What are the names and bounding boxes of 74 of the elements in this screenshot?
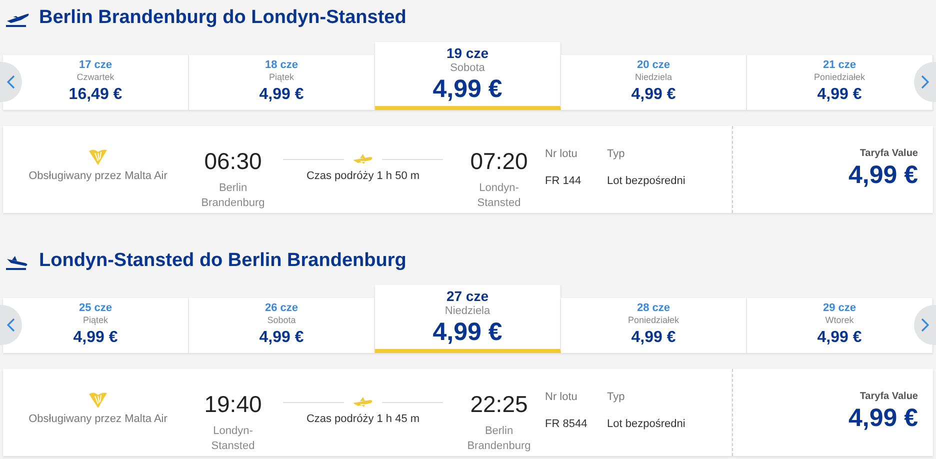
arrival-time: 07:20 [470,148,528,175]
date-label: 27 cze [446,288,489,304]
date-label: 18 cze [264,59,298,71]
fare-label: Taryfa Value [860,148,918,159]
date-price: 4,99 € [631,86,676,104]
plane-icon [352,153,374,165]
departure-time: 06:30 [204,148,262,175]
date-price: 16,49 € [68,86,122,104]
date-label: 26 cze [264,302,298,314]
type-label: Typ [607,148,626,160]
fare-price: 4,99 € [848,404,918,433]
operator-text: Obsługiwany przez Malta Air [28,413,168,425]
flight-number-label: Nr lotu [545,391,578,403]
weekday-label: Niedziela [444,305,490,317]
date-price: 4,99 € [631,329,676,347]
fare-label: Taryfa Value [860,391,918,402]
date-tab[interactable]: 21 cze Poniedziałek 4,99 € [747,55,933,110]
weekday-label: Poniedziałek [628,315,680,325]
chevron-right-icon [921,75,929,89]
date-tab[interactable]: 20 cze Niedziela 4,99 € [561,55,747,110]
departure-airport: Londyn-Stansted [210,424,256,454]
fare-price: 4,99 € [848,161,918,190]
weekday-label: Piątek [82,315,108,325]
flight-number-label: Nr lotu [545,148,578,160]
weekday-label: Niedziela [634,72,672,82]
flight-type: Lot bezpośredni [607,418,686,430]
date-tab[interactable]: 26 cze Sobota 4,99 € [189,298,375,353]
weekday-label: Czwartek [76,72,114,82]
date-price: 4,99 € [817,329,862,347]
date-label: 25 cze [78,302,112,314]
plane-icon [352,396,374,408]
date-price: 4,99 € [259,86,304,104]
date-price: 4,99 € [432,75,502,104]
date-price: 4,99 € [432,318,502,347]
date-tab[interactable]: 19 cze Sobota 4,99 € [375,42,561,110]
date-label: 21 cze [822,59,856,71]
date-tab[interactable]: 18 cze Piątek 4,99 € [189,55,375,110]
date-tab[interactable]: 28 cze Poniedziałek 4,99 € [561,298,747,353]
route-title: Berlin Brandenburg do Londyn-Stansted [39,7,406,29]
date-label: 28 cze [636,302,670,314]
arrival-airport: Londyn-Stansted [476,181,522,211]
route-title: Londyn-Stansted do Berlin Brandenburg [39,250,406,272]
harp-icon [88,391,108,409]
date-tab[interactable]: 27 cze Niedziela 4,99 € [375,285,561,353]
date-price: 4,99 € [817,86,862,104]
weekday-label: Poniedziałek [814,72,866,82]
departure-time: 19:40 [204,391,262,418]
type-label: Typ [607,391,626,403]
date-label: 20 cze [636,59,670,71]
date-tab[interactable]: 25 cze Piątek 4,99 € [3,298,189,353]
date-label: 17 cze [78,59,112,71]
chevron-right-icon [921,318,929,332]
flight-type: Lot bezpośredni [607,175,686,187]
arrival-time: 22:25 [470,391,528,418]
operator-text: Obsługiwany przez Malta Air [28,170,168,182]
weekday-label: Sobota [450,62,485,74]
arrival-airport: Berlin Brandenburg [466,424,532,454]
duration-text: Czas podróży 1 h 50 m [306,170,420,182]
weekday-label: Wtorek [825,315,854,325]
date-price: 4,99 € [259,329,304,347]
harp-icon [88,148,108,166]
weekday-label: Sobota [267,315,296,325]
date-label: 29 cze [822,302,856,314]
duration-text: Czas podróży 1 h 45 m [306,413,420,425]
flight-number: FR 144 [545,175,582,187]
departure-airport: Berlin Brandenburg [200,181,266,211]
date-label: 19 cze [446,45,489,61]
weekday-label: Piątek [268,72,294,82]
flight-number: FR 8544 [545,418,588,430]
chevron-left-icon [7,318,15,332]
date-tab[interactable]: 29 cze Wtorek 4,99 € [747,298,933,353]
chevron-left-icon [7,75,15,89]
date-price: 4,99 € [73,329,118,347]
date-tab[interactable]: 17 cze Czwartek 16,49 € [3,55,189,110]
